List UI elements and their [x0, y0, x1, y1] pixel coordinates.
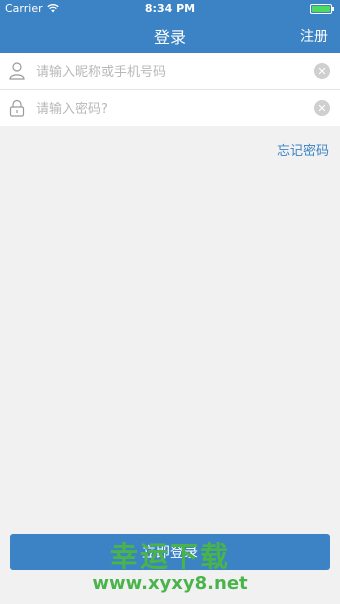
password-input[interactable] [34, 96, 308, 122]
username-input[interactable] [34, 59, 308, 85]
status-time: 8:34 PM [144, 2, 196, 15]
login-button[interactable]: 立即登录 [10, 534, 330, 570]
battery-cap [332, 7, 334, 11]
login-form: ✕ ✕ [0, 53, 340, 126]
clear-password-button[interactable]: ✕ [314, 100, 330, 116]
forgot-password-link[interactable]: 忘记密码 [277, 140, 329, 159]
watermark-url: www.xyxy8.net [92, 573, 248, 594]
user-icon [9, 62, 25, 80]
status-bar: Carrier 8:34 PM [0, 0, 340, 18]
username-row: ✕ [0, 53, 340, 89]
page-title: 登录 [153, 28, 186, 47]
lock-icon [9, 99, 25, 117]
battery-level [312, 6, 330, 12]
register-button[interactable]: 注册 [300, 26, 328, 46]
battery-icon [310, 4, 334, 14]
password-row: ✕ [0, 89, 340, 126]
clear-username-button[interactable]: ✕ [314, 63, 330, 79]
